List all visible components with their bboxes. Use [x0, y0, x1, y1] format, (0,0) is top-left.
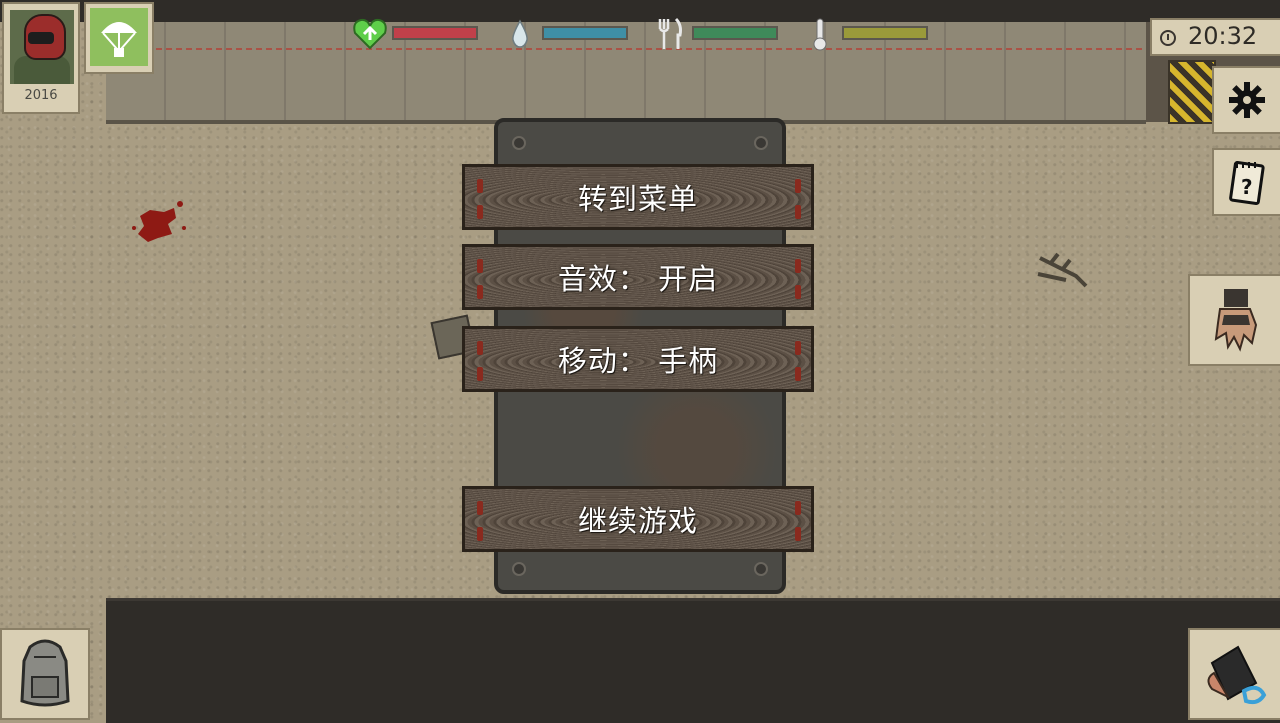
- fork-knife-icon: [650, 14, 690, 54]
- settings-button[interactable]: [1212, 66, 1280, 134]
- health-stat: [350, 14, 480, 54]
- backpack-icon: [20, 639, 70, 707]
- svg-text:?: ?: [1241, 175, 1253, 199]
- thermometer-icon: [800, 14, 840, 54]
- health-bar: [392, 26, 478, 40]
- continue-game-button[interactable]: 继续游戏: [462, 486, 814, 552]
- player-avatar[interactable]: 2016: [2, 2, 80, 114]
- clock-time: 20:32: [1188, 22, 1258, 50]
- thirst-bar: [542, 26, 628, 40]
- go-to-menu-label: 转到菜单: [577, 182, 698, 216]
- weapon-button[interactable]: [1188, 628, 1280, 720]
- hazard-stripes: [1168, 60, 1216, 124]
- hand-icon: [1214, 289, 1258, 352]
- blood-splatter: [132, 201, 186, 242]
- sound-toggle-label: 音效： 开启: [557, 262, 719, 296]
- go-to-menu-button[interactable]: 转到菜单: [462, 164, 814, 230]
- continue-game-label: 继续游戏: [577, 504, 698, 538]
- player-year: 2016: [24, 88, 58, 103]
- temperature-stat: [800, 14, 930, 54]
- heart-icon: [350, 14, 390, 54]
- journal-button[interactable]: ?: [1212, 148, 1280, 216]
- avatar-portrait: [10, 10, 74, 84]
- airdrop-button[interactable]: [84, 2, 154, 74]
- movement-mode-button[interactable]: 移动： 手柄: [462, 326, 814, 392]
- water-drop-icon: [500, 14, 540, 54]
- top-bar: [0, 0, 1280, 22]
- thirst-stat: [500, 14, 630, 54]
- notebook-icon: ?: [1229, 160, 1265, 205]
- branch-debris: [1037, 252, 1088, 288]
- bottom-panel: [106, 598, 1280, 723]
- backpack-button[interactable]: [0, 628, 90, 720]
- sound-toggle-button[interactable]: 音效： 开启: [462, 244, 814, 310]
- hunger-stat: [650, 14, 780, 54]
- weapon-icon: [1207, 645, 1267, 705]
- clock-icon: [1160, 30, 1176, 46]
- movement-mode-label: 移动： 手柄: [557, 344, 719, 378]
- parachute-icon: [101, 22, 137, 57]
- hunger-bar: [692, 26, 778, 40]
- gear-icon: [1229, 82, 1265, 118]
- game-clock: 20:32: [1150, 18, 1280, 56]
- temperature-bar: [842, 26, 928, 40]
- hand-interact-button[interactable]: [1188, 274, 1280, 366]
